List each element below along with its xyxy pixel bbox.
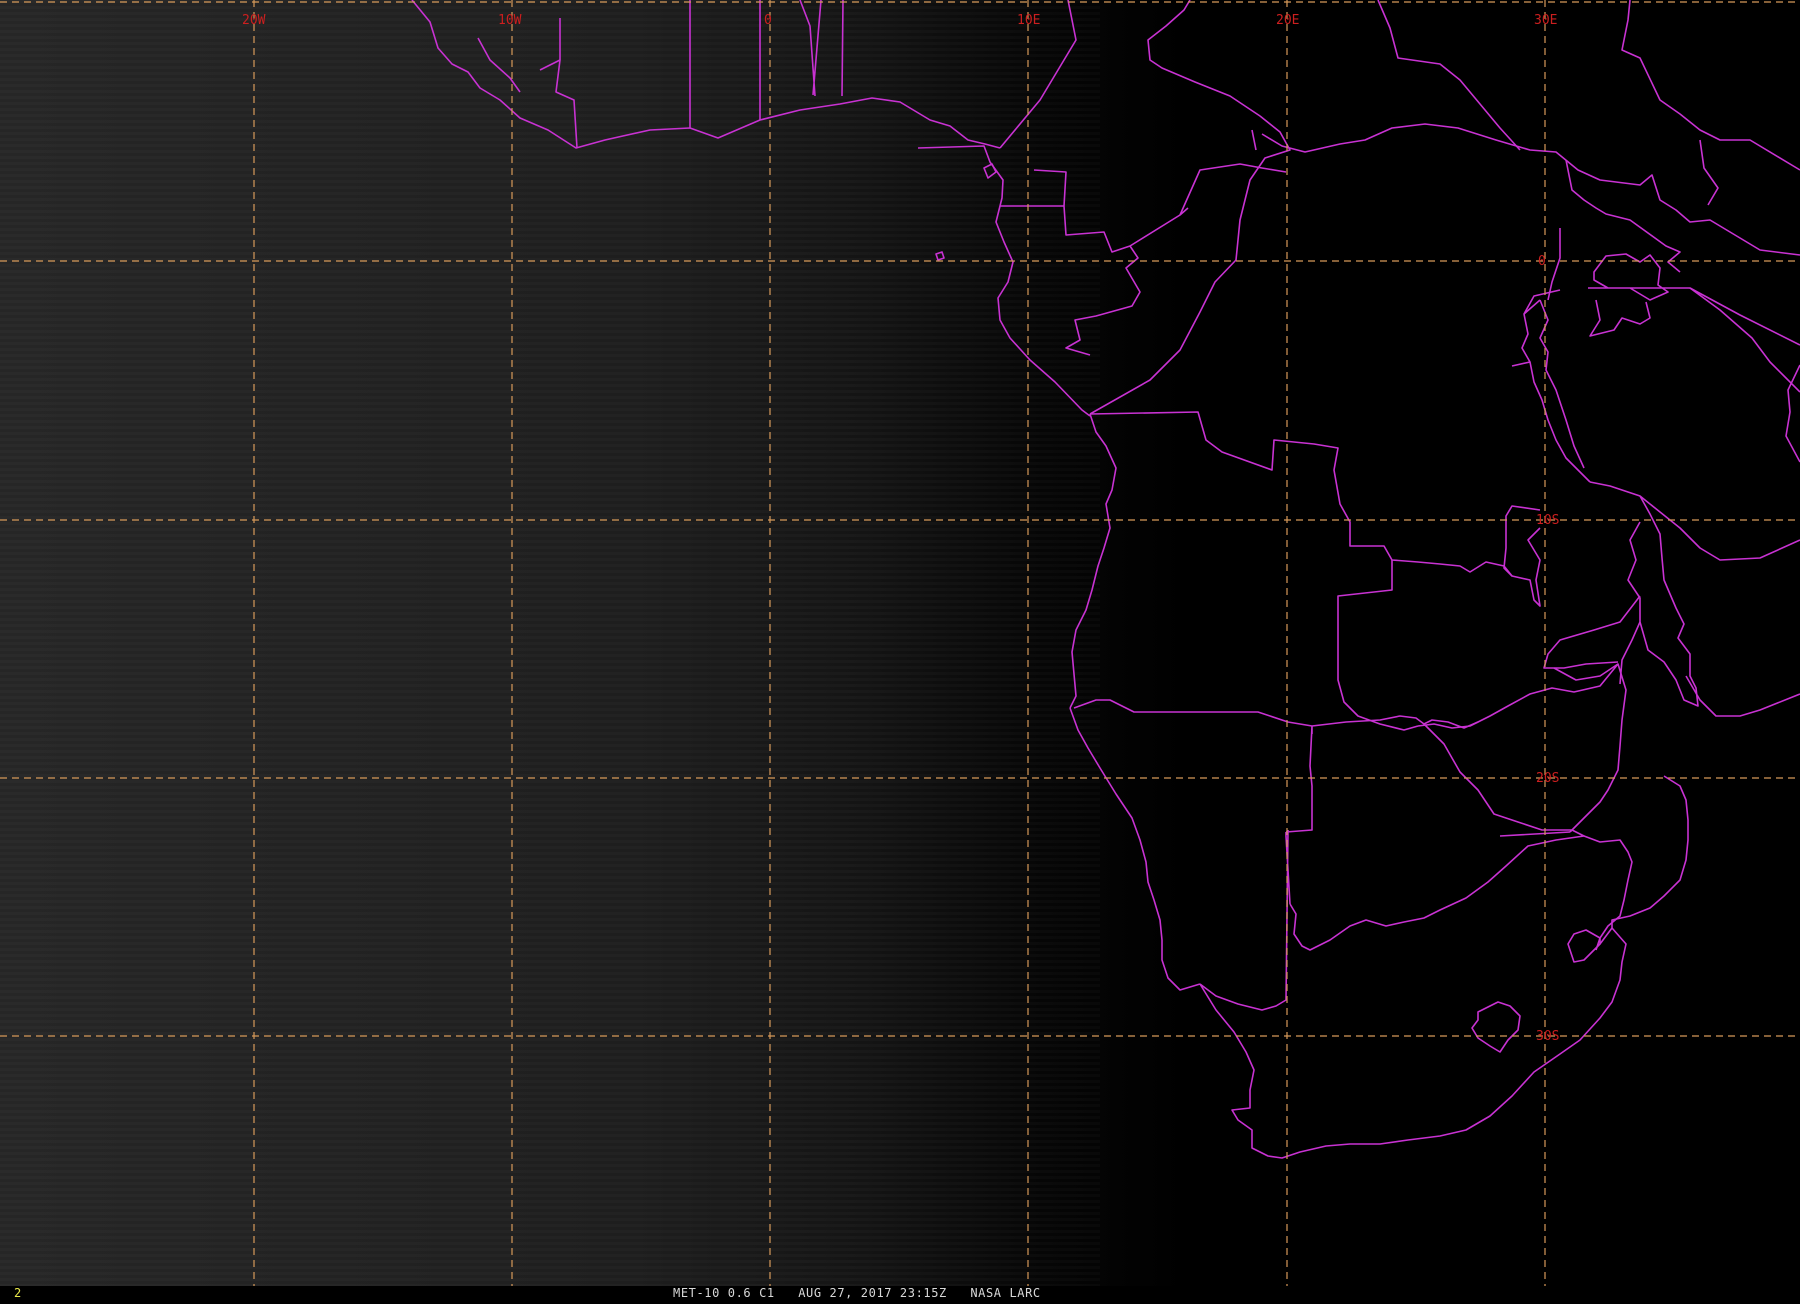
status-bar: 2 MET-10 0.6 C1 AUG 27, 2017 23:15Z NASA… — [0, 1286, 1800, 1300]
lon-label-0: 0 — [764, 13, 772, 28]
lat-label-10s: 10S — [1536, 513, 1559, 528]
scan-lines — [0, 0, 1100, 1286]
lon-label-10w: 10W — [498, 13, 522, 28]
lon-label-20w: 20W — [242, 13, 266, 28]
lat-label-20s: 20S — [1536, 771, 1559, 786]
lat-label-30s: 30S — [1536, 1029, 1559, 1044]
lon-label-20e: 20E — [1276, 13, 1299, 28]
image-caption: MET-10 0.6 C1 AUG 27, 2017 23:15Z NASA L… — [673, 1286, 1041, 1300]
lat-label-0: 0 — [1538, 254, 1546, 269]
lon-label-10e: 10E — [1017, 13, 1040, 28]
lon-label-30e: 30E — [1534, 13, 1557, 28]
map-canvas: 20W 10W 0 10E 20E 30E 0 10S 20S 30S — [0, 0, 1800, 1286]
frame-number: 2 — [14, 1286, 22, 1300]
satellite-map: 20W 10W 0 10E 20E 30E 0 10S 20S 30S — [0, 0, 1800, 1300]
